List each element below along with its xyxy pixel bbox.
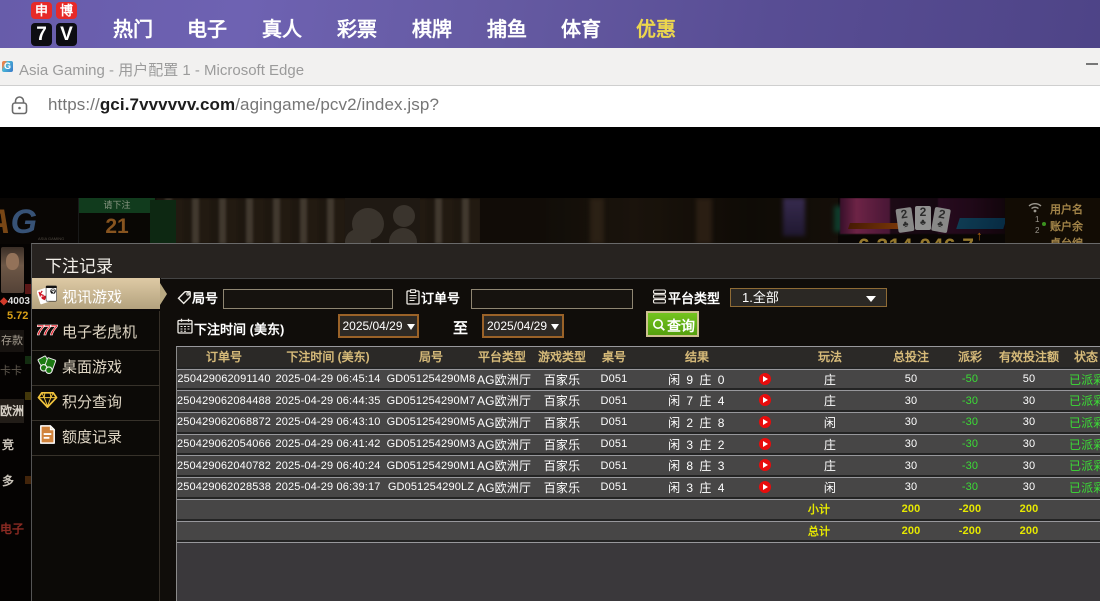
svg-text:777: 777	[37, 323, 58, 339]
